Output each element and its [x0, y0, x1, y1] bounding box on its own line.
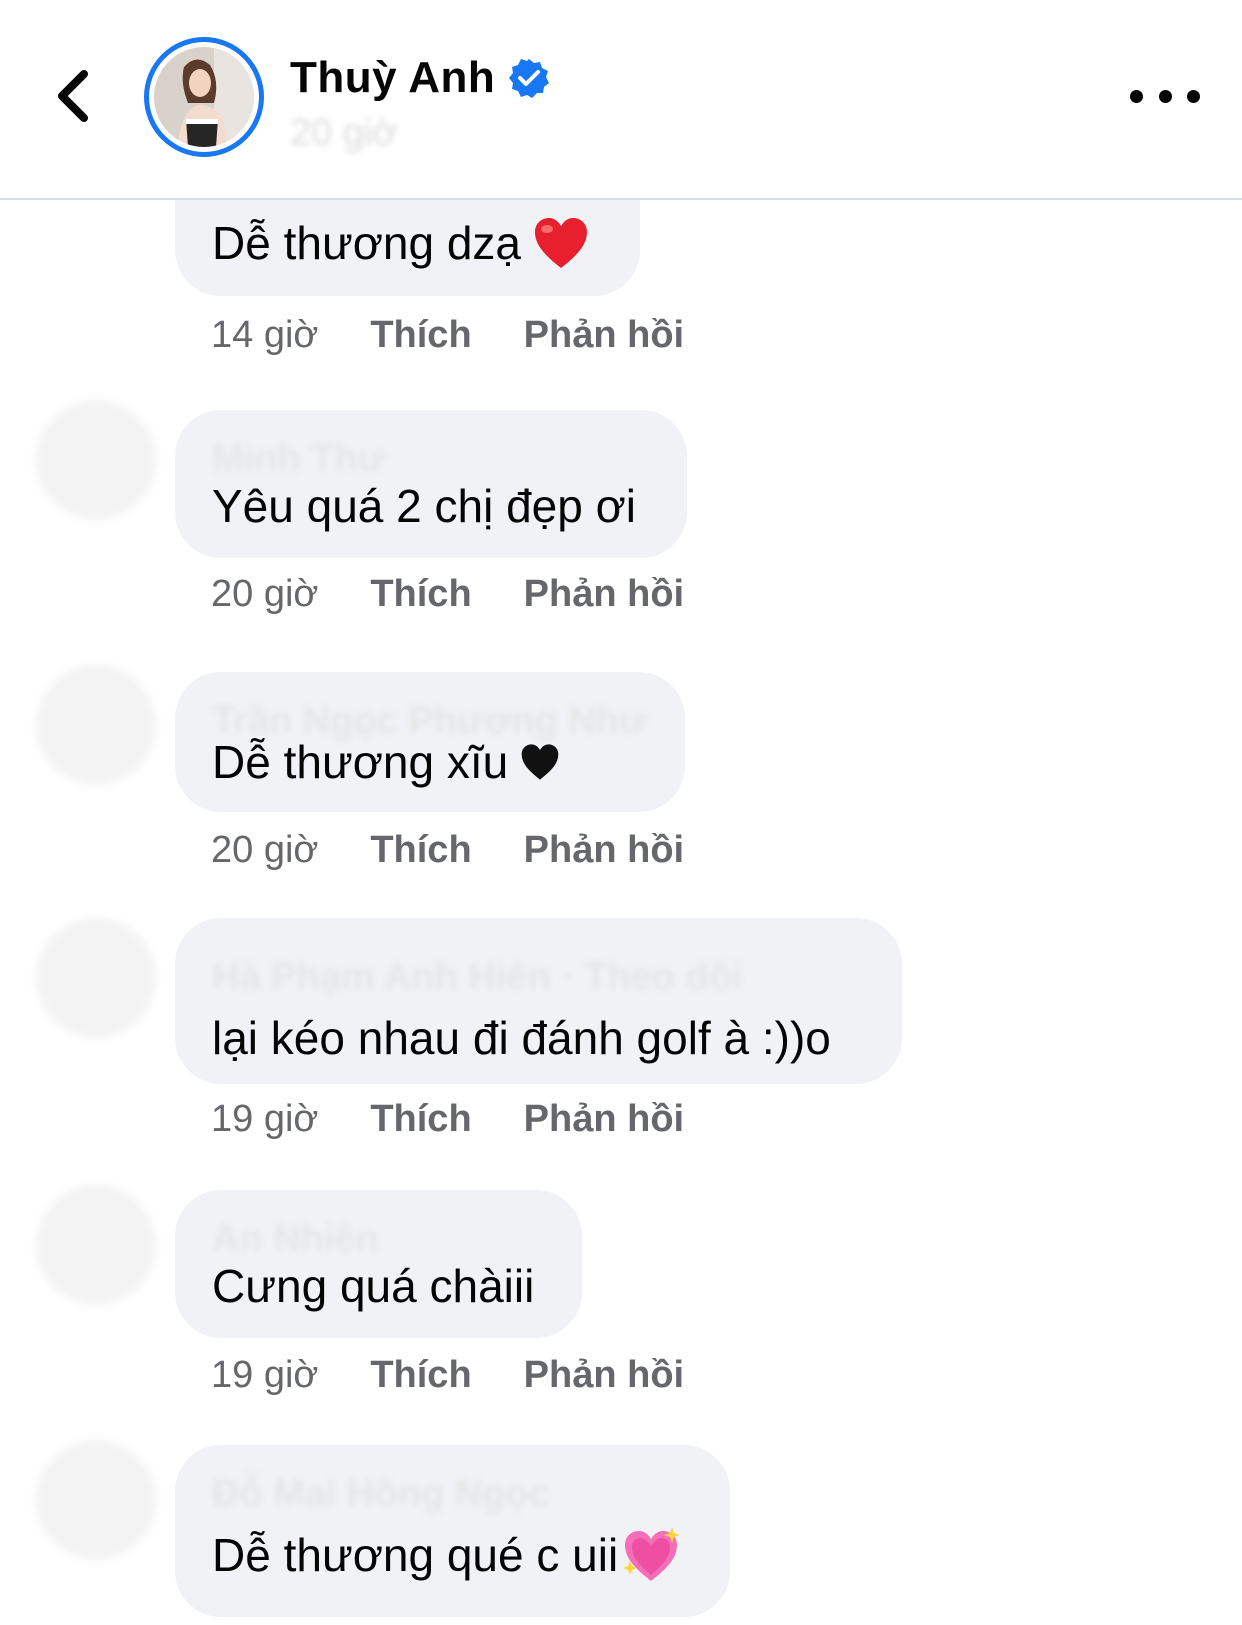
author-avatar[interactable] [144, 37, 264, 157]
commenter-avatar[interactable] [36, 1440, 156, 1560]
comment-text-content: Dễ thương qué c uii [212, 1529, 619, 1581]
more-options-button[interactable] [1130, 78, 1200, 114]
comment-text: Yêu quá 2 chị đẹp ơi [212, 478, 636, 534]
commenter-avatar[interactable] [36, 665, 156, 785]
black-heart-icon [521, 744, 559, 780]
comment-text: Dễ thương xĩu [212, 734, 560, 790]
comment-text: Dễ thương dzạ [212, 216, 589, 270]
comment-bubble[interactable]: Minh Thư Yêu quá 2 chị đẹp ơi [175, 410, 687, 558]
comment-actions: 19 giờ Thích Phản hồi [211, 1098, 684, 1141]
comment-actions: 19 giờ Thích Phản hồi [211, 1354, 684, 1397]
like-button[interactable]: Thích [370, 829, 471, 872]
verified-badge-icon [509, 59, 550, 98]
avatar-photo [154, 47, 254, 147]
red-heart-icon [535, 218, 588, 268]
sparkling-heart-icon [623, 1527, 681, 1581]
reply-button[interactable]: Phản hồi [524, 829, 684, 872]
comment-actions: 20 giờ Thích Phản hồi [211, 573, 684, 616]
like-button[interactable]: Thích [370, 1098, 471, 1141]
comment-text: lại kéo nhau đi đánh golf à :))o [212, 1010, 831, 1066]
commenter-avatar[interactable] [36, 918, 156, 1038]
comment-text-content: Dễ thương xĩu [212, 736, 509, 788]
reply-button[interactable]: Phản hồi [524, 573, 684, 616]
comment-text: Dễ thương qué c uii [212, 1525, 682, 1585]
comment-text-content: Cưng quá chàiii [212, 1260, 535, 1312]
author-name-text: Thuỳ Anh [290, 53, 496, 102]
post-header: Thuỳ Anh 20 giờ [0, 0, 1242, 200]
comment-time: 19 giờ [211, 1354, 319, 1396]
comment-text-content: lại kéo nhau đi đánh golf à :))o [212, 1012, 831, 1064]
chevron-left-icon [58, 70, 88, 122]
comment-bubble[interactable]: Đỗ Mai Hồng Ngọc Dễ thương qué c uii [175, 1445, 730, 1617]
reply-button[interactable]: Phản hồi [524, 314, 684, 357]
comment-time: 20 giờ [211, 573, 319, 615]
commenter-name[interactable]: Hà Phạm Anh Hiên · Theo dõi [212, 956, 743, 999]
comment-actions: 14 giờ Thích Phản hồi [211, 314, 684, 357]
commenter-avatar[interactable] [36, 1185, 156, 1305]
author-name[interactable]: Thuỳ Anh [290, 50, 550, 106]
commenter-name[interactable]: Minh Thư [212, 438, 385, 481]
more-dot-icon [1130, 89, 1143, 103]
comment-bubble[interactable]: Hà Phạm Anh Hiên · Theo dõi lại kéo nhau… [175, 918, 902, 1084]
reply-button[interactable]: Phản hồi [524, 1354, 684, 1397]
like-button[interactable]: Thích [370, 1354, 471, 1397]
comment-text-content: Yêu quá 2 chị đẹp ơi [212, 480, 637, 532]
comment-time: 20 giờ [211, 829, 319, 871]
comment-text: Cưng quá chàiii [212, 1258, 534, 1314]
commenter-name[interactable]: An Nhiên [212, 1218, 379, 1261]
comment-bubble[interactable]: Trần Ngọc Phương Như Dễ thương xĩu [175, 672, 685, 812]
like-button[interactable]: Thích [370, 314, 471, 357]
comment-bubble[interactable]: An Nhiên Cưng quá chàiii [175, 1190, 582, 1338]
comment-time: 19 giờ [211, 1098, 319, 1140]
commenter-avatar[interactable] [36, 400, 156, 520]
comment-bubble[interactable]: Dễ thương dzạ [175, 200, 640, 296]
more-dot-icon [1187, 89, 1200, 103]
commenter-name[interactable]: Đỗ Mai Hồng Ngọc [212, 1473, 550, 1516]
comment-time: 14 giờ [211, 314, 319, 356]
reply-button[interactable]: Phản hồi [524, 1098, 684, 1141]
comment-text-content: Dễ thương dzạ [212, 217, 522, 269]
more-dot-icon [1158, 89, 1172, 103]
comment-actions: 20 giờ Thích Phản hồi [211, 829, 684, 872]
post-time: 20 giờ [290, 112, 398, 154]
back-button[interactable] [48, 66, 98, 126]
like-button[interactable]: Thích [370, 573, 471, 616]
